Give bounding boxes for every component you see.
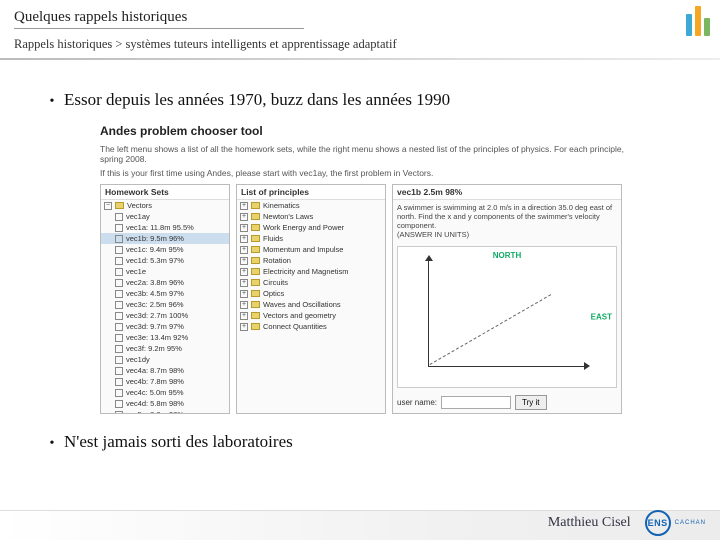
hw-item[interactable]: vec4d: 5.8m 98% <box>101 398 229 409</box>
homework-sets-panel: Homework Sets −Vectors vec1ayvec1a: 11.8… <box>100 184 230 414</box>
try-button[interactable]: Try it <box>515 395 546 410</box>
bullet-text-1: Essor depuis les années 1970, buzz dans … <box>64 90 450 110</box>
hw-item[interactable]: vec2a: 3.8m 96% <box>101 277 229 288</box>
embedded-screenshot: Andes problem chooser tool The left menu… <box>100 124 630 414</box>
bullet-text-2: N'est jamais sorti des laboratoires <box>64 432 293 452</box>
bullet-dot: • <box>40 94 64 110</box>
hw-item[interactable]: vec1ay <box>101 211 229 222</box>
hw-item[interactable]: vec1d: 5.3m 97% <box>101 255 229 266</box>
tree-root[interactable]: −Vectors <box>101 200 229 211</box>
hw-item[interactable]: vec3d: 9.7m 97% <box>101 321 229 332</box>
principle-item[interactable]: +Work Energy and Power <box>237 222 385 233</box>
hw-item[interactable]: vec1dy <box>101 354 229 365</box>
tool-desc-2: If this is your first time using Andes, … <box>100 168 630 178</box>
ens-logo-sub: CACHAN <box>675 520 706 526</box>
principle-item[interactable]: +Fluids <box>237 233 385 244</box>
principle-item[interactable]: +Kinematics <box>237 200 385 211</box>
corner-logo <box>686 6 710 36</box>
hw-item[interactable]: vec3d: 2.7m 100% <box>101 310 229 321</box>
principle-item[interactable]: +Electricity and Magnetism <box>237 266 385 277</box>
answer-hint: (ANSWER IN UNITS) <box>397 230 469 239</box>
vector-plot: NORTH EAST <box>397 246 617 388</box>
principle-item[interactable]: +Waves and Oscillations <box>237 299 385 310</box>
hw-item[interactable]: vec3c: 2.5m 96% <box>101 299 229 310</box>
tool-title: Andes problem chooser tool <box>100 124 630 138</box>
principle-item[interactable]: +Optics <box>237 288 385 299</box>
principles-panel-title: List of principles <box>237 185 385 200</box>
hw-item[interactable]: vec3f: 9.2m 95% <box>101 343 229 354</box>
problem-panel: vec1b 2.5m 98% A swimmer is swimming at … <box>392 184 622 414</box>
page-title: Quelques rappels historiques <box>14 9 304 29</box>
problem-text: A swimmer is swimming at 2.0 m/s in a di… <box>397 203 612 230</box>
hw-panel-title: Homework Sets <box>101 185 229 200</box>
hw-item[interactable]: vec5a: 8.8m 98% <box>101 409 229 414</box>
footer-logo: ENS CACHAN <box>645 510 706 536</box>
principle-item[interactable]: +Circuits <box>237 277 385 288</box>
ens-logo-icon: ENS <box>645 510 671 536</box>
principle-item[interactable]: +Momentum and Impulse <box>237 244 385 255</box>
principle-item[interactable]: +Vectors and geometry <box>237 310 385 321</box>
bullet-dot: • <box>40 436 64 452</box>
principle-item[interactable]: +Rotation <box>237 255 385 266</box>
hw-item[interactable]: vec1c: 9.4m 95% <box>101 244 229 255</box>
tool-desc-1: The left menu shows a list of all the ho… <box>100 144 630 164</box>
problem-label: vec1b 2.5m 98% <box>393 185 621 200</box>
principle-item[interactable]: +Newton's Laws <box>237 211 385 222</box>
hw-item[interactable]: vec4b: 7.8m 98% <box>101 376 229 387</box>
author-name: Matthieu Cisel <box>548 515 631 531</box>
principles-panel: List of principles +Kinematics+Newton's … <box>236 184 386 414</box>
principle-item[interactable]: +Connect Quantities <box>237 321 385 332</box>
hw-item[interactable]: vec3e: 13.4m 92% <box>101 332 229 343</box>
hw-item[interactable]: vec4a: 8.7m 98% <box>101 365 229 376</box>
hw-item[interactable]: vec1b: 9.5m 96% <box>101 233 229 244</box>
axis-north-label: NORTH <box>493 251 521 260</box>
hw-item[interactable]: vec4c: 5.0m 95% <box>101 387 229 398</box>
hw-item[interactable]: vec1a: 11.8m 95.5% <box>101 222 229 233</box>
axis-east-label: EAST <box>591 313 612 322</box>
username-label: user name: <box>397 398 437 407</box>
hw-item[interactable]: vec1e <box>101 266 229 277</box>
breadcrumb: Rappels historiques > systèmes tuteurs i… <box>0 33 720 52</box>
hw-item[interactable]: vec3b: 4.5m 97% <box>101 288 229 299</box>
username-input[interactable] <box>441 396 511 409</box>
